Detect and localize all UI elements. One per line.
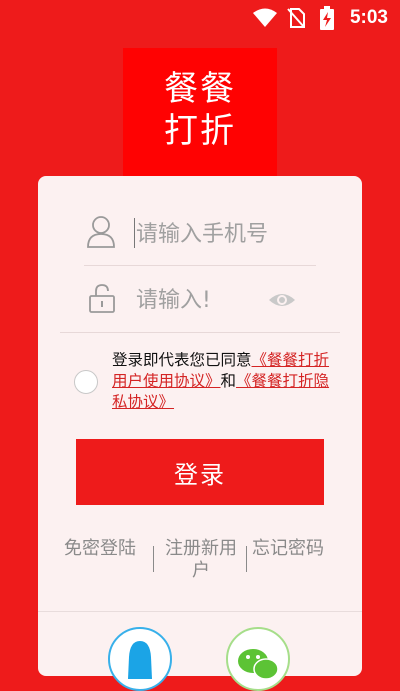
text-cursor — [134, 218, 135, 248]
agreement-connector: 和 — [220, 372, 237, 390]
app-logo: 餐餐 打折 — [123, 48, 277, 190]
battery-charging-icon — [320, 6, 334, 30]
lock-icon — [89, 284, 115, 313]
login-card: 登录即代表您已同意《餐餐打折用户使用协议》和《餐餐打折隐私协议》 登录 免密登陆… — [38, 176, 362, 691]
qq-login-button[interactable] — [108, 627, 172, 691]
status-bar: 5:03 — [0, 0, 400, 36]
register-link-line1: 注册新用 — [165, 538, 237, 559]
register-link-line2: 户 — [192, 560, 210, 581]
user-icon — [87, 216, 115, 248]
agree-checkbox[interactable] — [74, 370, 98, 394]
divider — [38, 611, 362, 612]
logo-line-2: 打折 — [164, 111, 236, 151]
divider — [84, 265, 316, 266]
wechat-icon — [238, 649, 279, 680]
qq-icon — [128, 641, 152, 679]
agreement-prefix: 登录即代表您已同意 — [112, 351, 252, 369]
status-time: 5:03 — [349, 7, 388, 28]
wifi-icon — [253, 8, 277, 27]
agreement-text: 登录即代表您已同意《餐餐打折用户使用协议》和《餐餐打折隐私协议》 — [112, 350, 334, 413]
wechat-login-button[interactable] — [226, 627, 290, 691]
no-sim-icon — [287, 8, 305, 28]
separator — [246, 546, 247, 572]
login-button[interactable]: 登录 — [76, 439, 324, 505]
forgot-password-link[interactable]: 忘记密码 — [252, 538, 324, 560]
divider — [60, 332, 340, 333]
eye-icon[interactable] — [268, 291, 296, 309]
password-input[interactable] — [134, 282, 214, 318]
register-link[interactable]: 注册新用 户 — [158, 538, 244, 582]
separator — [153, 546, 154, 572]
logo-line-1: 餐餐 — [164, 69, 236, 109]
passwordless-login-link[interactable]: 免密登陆 — [64, 538, 136, 560]
phone-input[interactable] — [134, 216, 318, 252]
